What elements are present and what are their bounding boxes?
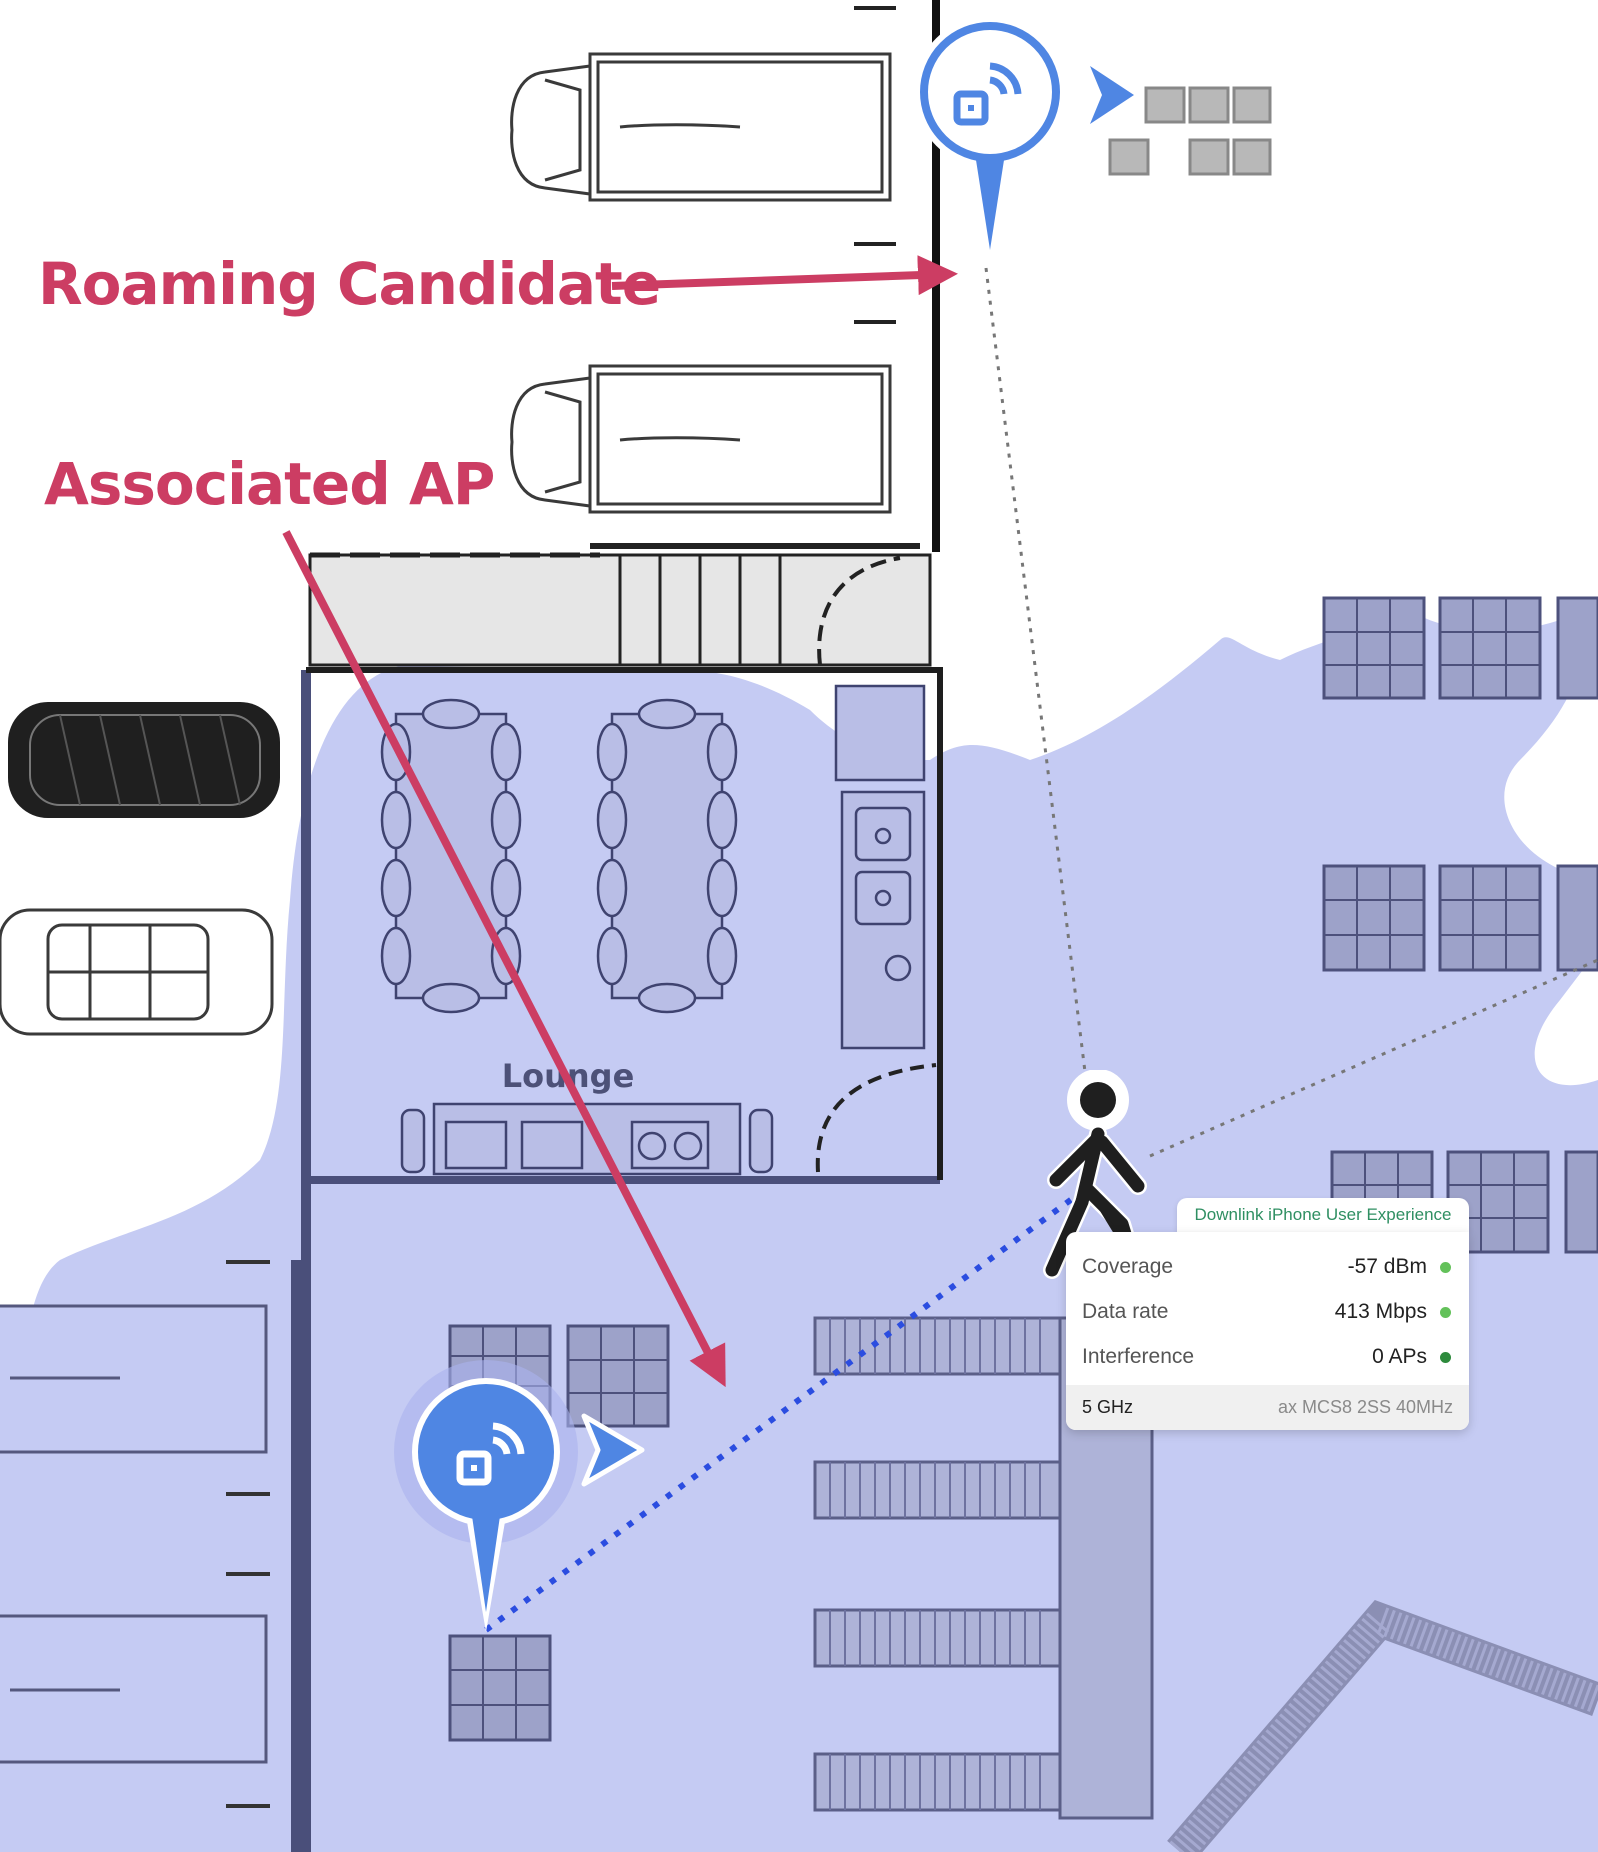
phy-spec-label: ax MCS8 2SS 40MHz (1277, 1397, 1453, 1417)
coverage-value: -57 dBm (1347, 1255, 1427, 1278)
data-rate-label: Data rate (1082, 1300, 1169, 1323)
interference-label: Interference (1082, 1345, 1195, 1368)
roaming-candidate-ap-pin[interactable] (900, 10, 1080, 280)
car-white (0, 908, 274, 1036)
roaming-candidate-label: Roaming Candidate (38, 250, 661, 318)
truck-top (510, 52, 892, 202)
associated-ap-pin[interactable] (386, 1356, 586, 1646)
coverage-row: Coverage -57 dBm (1082, 1252, 1453, 1282)
interference-value: 0 APs (1372, 1345, 1427, 1368)
coverage-label: Coverage (1082, 1255, 1174, 1278)
interference-row: Interference 0 APs (1082, 1342, 1453, 1372)
direction-arrow-icon (581, 1413, 645, 1487)
data-rate-status-dot (1440, 1307, 1451, 1318)
interference-status-dot (1440, 1352, 1451, 1363)
band-label: 5 GHz (1082, 1397, 1134, 1417)
truck-middle (510, 364, 892, 514)
car-black (8, 702, 280, 818)
coverage-status-dot (1440, 1262, 1451, 1273)
direction-arrow-icon (1090, 66, 1134, 124)
tooltip-title: Downlink iPhone User Experience (1177, 1198, 1469, 1232)
loading-dock (308, 543, 932, 667)
tooltip-footer: 5 GHz ax MCS8 2SS 40MHz (1066, 1385, 1469, 1430)
floor-plan-canvas: Lounge Roaming Candidate Associated AP D… (0, 0, 1598, 1852)
user-experience-tooltip: Coverage -57 dBm Data rate 413 Mbps Inte… (1066, 1232, 1469, 1430)
associated-ap-label: Associated AP (44, 450, 495, 518)
data-rate-value: 413 Mbps (1334, 1300, 1427, 1323)
data-rate-row: Data rate 413 Mbps (1082, 1297, 1453, 1327)
